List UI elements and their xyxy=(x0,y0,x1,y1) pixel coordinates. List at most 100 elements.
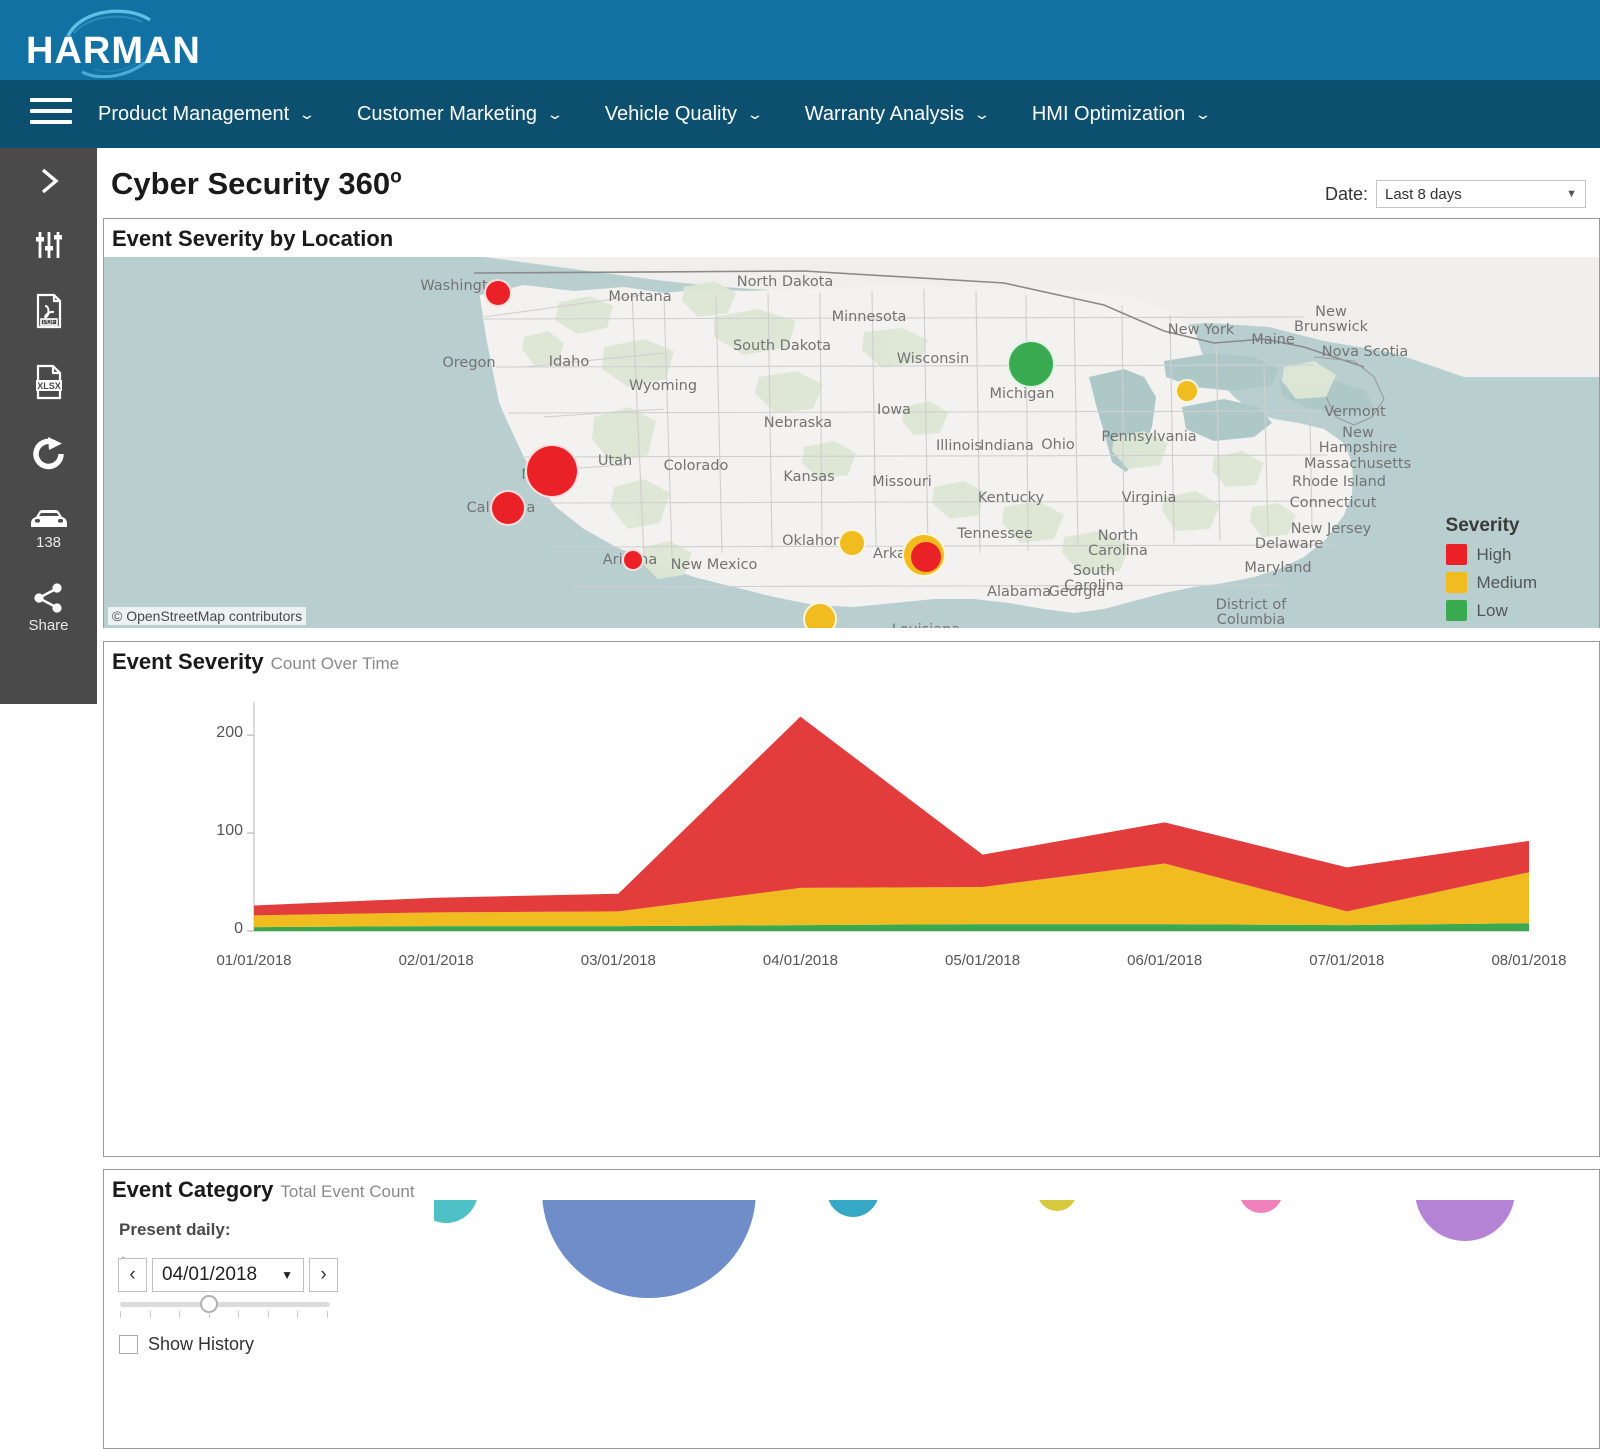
category-bubble-value: 12 xyxy=(436,1200,456,1202)
caret-down-icon: ▼ xyxy=(281,1268,293,1282)
map-bubble-newyork-event[interactable] xyxy=(1175,379,1199,403)
trend-subtitle-text: Count Over Time xyxy=(270,654,400,673)
area-series-high xyxy=(254,716,1529,916)
prev-date-button[interactable]: ‹ xyxy=(118,1258,147,1292)
harman-logo[interactable]: HARMAN xyxy=(22,6,222,78)
bubble-chart: 12 156 9 5 6 33 xyxy=(434,1200,1598,1449)
nav-item-customer-marketing[interactable]: Customer Marketing ⌄ xyxy=(357,103,564,126)
present-daily-label: Present daily: xyxy=(119,1220,231,1239)
date-filter: Date: Last 8 days ▼ xyxy=(1325,180,1586,208)
y-tick-200: 200 xyxy=(216,724,243,742)
map-bubble-oklahoma-event[interactable] xyxy=(838,529,866,557)
brand-name: HARMAN xyxy=(26,30,201,72)
nav-item-warranty-analysis[interactable]: Warranty Analysis ⌄ xyxy=(804,102,991,126)
category-title-text: Event Category xyxy=(112,1177,274,1202)
y-tick-100: 100 xyxy=(216,822,243,840)
sidebar-item-vehicle-count[interactable]: 138 xyxy=(0,490,97,568)
nav-item-product-management[interactable]: Product Management ⌄ xyxy=(98,102,316,126)
date-slider[interactable] xyxy=(120,1295,330,1319)
category-bubble-6[interactable]: 6 xyxy=(1239,1200,1283,1213)
page-title: Cyber Security 360o xyxy=(111,166,402,202)
x-tick-08-01-2018: 08/01/2018 xyxy=(1491,952,1567,969)
map-bubble-california-event[interactable] xyxy=(490,490,526,526)
vehicle-count-label: 138 xyxy=(35,534,62,551)
nav-item-label: HMI Optimization xyxy=(1031,102,1186,125)
x-tick-04-01-2018: 04/01/2018 xyxy=(762,952,838,969)
map-label-massachusetts: Massachusetts xyxy=(1304,456,1412,472)
severity-map[interactable]: Washington Oregon Idaho Montana Wyoming Utah C… xyxy=(104,257,1599,628)
legend-swatch xyxy=(1445,600,1467,621)
category-bubble-33[interactable]: 33 xyxy=(1415,1200,1515,1241)
map-label-colorado: Colorado xyxy=(663,458,729,474)
map-bubble-texas-event[interactable] xyxy=(803,602,837,628)
sidebar-item-share[interactable]: Share xyxy=(0,568,97,648)
main-navigation-bar: Product Management ⌄ Customer Marketing ⌄ Ve… xyxy=(0,80,1600,148)
date-stepper: ‹ 04/01/2018 ▼ › xyxy=(118,1258,338,1292)
map-panel-title: Event Severity by Location xyxy=(112,226,394,251)
map-label-north-dakota: North Dakota xyxy=(736,274,834,290)
daily-date-select[interactable]: 04/01/2018 ▼ xyxy=(152,1258,304,1292)
nav-item-vehicle-quality[interactable]: Vehicle Quality ⌄ xyxy=(605,103,764,126)
refresh-icon xyxy=(32,437,64,470)
map-label-ohio: Ohio xyxy=(1041,437,1075,453)
legend-swatch xyxy=(1445,544,1467,565)
slider-tick xyxy=(120,1311,121,1318)
map-label-delaware: Delaware xyxy=(1254,536,1324,552)
legend-entry-high[interactable]: High xyxy=(1445,544,1537,565)
y-tick-0: 0 xyxy=(234,920,243,937)
slider-tick xyxy=(297,1311,298,1318)
category-bubble-156[interactable]: 156 xyxy=(542,1200,756,1298)
chevron-down-icon: ⌄ xyxy=(546,106,564,122)
sidebar-item-export-xlsx[interactable]: XLSX xyxy=(0,346,97,418)
show-history-toggle[interactable]: Show History xyxy=(119,1334,254,1355)
map-label-new-brunswick: New Brunswick xyxy=(1293,304,1369,336)
map-bubble-washington-event[interactable] xyxy=(484,279,512,307)
map-label-south-carolina: South Carolina xyxy=(1064,563,1124,595)
map-label-nova-scotia: Nova Scotia xyxy=(1321,344,1409,360)
sidebar-item-refresh[interactable] xyxy=(0,418,97,490)
next-date-button[interactable]: › xyxy=(309,1258,338,1292)
car-icon xyxy=(30,510,67,527)
slider-ticks xyxy=(120,1311,330,1319)
category-bubble-12[interactable]: 12 xyxy=(434,1200,478,1223)
share-icon xyxy=(33,583,62,613)
nav-item-label: Warranty Analysis xyxy=(804,102,965,125)
map-bubble-arizona-event[interactable] xyxy=(622,549,644,571)
legend-entry-medium[interactable]: Medium xyxy=(1445,572,1537,593)
slider-track[interactable] xyxy=(120,1295,330,1313)
slider-tick xyxy=(208,1311,210,1318)
map-bubble-nevada-event[interactable] xyxy=(525,444,579,498)
hamburger-menu-icon[interactable] xyxy=(30,98,72,130)
nav-items: Product Management ⌄ Customer Marketing ⌄ Ve… xyxy=(98,80,1253,148)
map-label-north-carolina: North Carolina xyxy=(1088,528,1148,560)
map-panel: Event Severity by Location Washington Or… xyxy=(103,218,1600,628)
chevron-down-icon: ⌄ xyxy=(1194,106,1212,122)
category-bubble-5[interactable]: 5 xyxy=(1037,1200,1077,1211)
map-bubble-core xyxy=(911,542,941,572)
chevron-down-icon: ⌄ xyxy=(746,106,764,122)
map-bubble-michigan-event[interactable] xyxy=(1007,340,1055,388)
sidebar-item-export-pdf[interactable]: PDF xyxy=(0,276,97,346)
map-label-virginia: Virginia xyxy=(1121,490,1177,506)
category-bubble-9[interactable]: 9 xyxy=(827,1200,879,1217)
show-history-checkbox[interactable] xyxy=(119,1335,138,1354)
chevron-down-icon: ⌄ xyxy=(298,106,316,122)
nav-item-label: Product Management xyxy=(98,102,290,125)
x-tick-05-01-2018: 05/01/2018 xyxy=(945,952,1021,969)
date-range-select[interactable]: Last 8 days ▼ xyxy=(1376,180,1586,208)
legend-label: High xyxy=(1476,544,1512,564)
sidebar-item-expand[interactable] xyxy=(0,148,97,214)
area-chart[interactable]: 0 100 200 01/01/2018 02/01/2018 03/01/2018 04… xyxy=(104,686,1599,1154)
sidebar-item-filters[interactable] xyxy=(0,214,97,276)
slider-tick xyxy=(267,1311,269,1318)
nav-item-hmi-optimization[interactable]: HMI Optimization ⌄ xyxy=(1031,102,1212,126)
map-bubble-arkansas-event[interactable] xyxy=(902,533,946,577)
map-label-tennessee: Tennessee xyxy=(957,526,1033,542)
map-label-iowa: Iowa xyxy=(877,402,911,418)
map-attribution: © OpenStreetMap contributors xyxy=(108,607,307,625)
main-content: Cyber Security 360o Date: Last 8 days ▼ … xyxy=(97,148,1600,1449)
map-label-minnesota: Minnesota xyxy=(831,309,907,325)
legend-label: Medium xyxy=(1476,572,1537,592)
legend-entry-low[interactable]: Low xyxy=(1445,600,1537,621)
x-tick-02-01-2018: 02/01/2018 xyxy=(398,952,474,969)
